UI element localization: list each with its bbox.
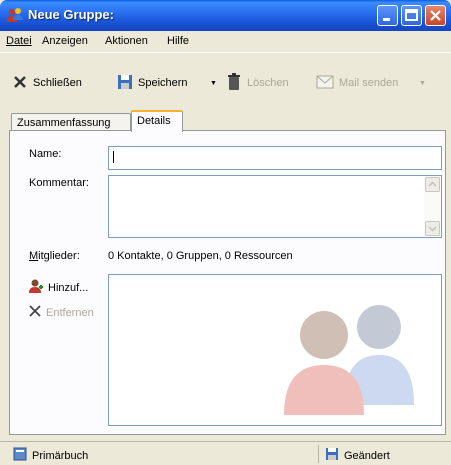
address-book-status: Primärbuch [13, 447, 88, 464]
menu-bar: Datei Anzeigen Aktionen Hilfe [0, 31, 451, 51]
menu-hilfe[interactable]: Hilfe [167, 35, 189, 47]
group-watermark-icon [269, 285, 434, 423]
send-mail-button[interactable]: Mail senden [316, 73, 398, 93]
add-member-button[interactable]: Hinzuf... [28, 278, 88, 297]
close-button[interactable]: Schließen [12, 73, 82, 93]
trash-can-icon [226, 72, 242, 94]
details-panel: Name: Kommentar: Mitglieder: 0 Kontakte,… [9, 130, 446, 435]
comment-label: Kommentar: [29, 177, 89, 189]
members-label: Mitglieder: [29, 250, 80, 262]
status-divider [318, 445, 319, 463]
tab-zusammenfassung-label: Zusammenfassung [17, 117, 111, 129]
window-title: Neue Gruppe: [28, 7, 114, 22]
menu-aktionen[interactable]: Aktionen [105, 35, 148, 47]
address-book-icon [13, 447, 27, 464]
title-bar[interactable]: Neue Gruppe: [0, 0, 451, 31]
menu-datei[interactable]: Datei [6, 35, 32, 47]
save-button[interactable]: Speichern [117, 73, 188, 93]
modified-status: Geändert [325, 447, 390, 464]
mail-dropdown-arrow-icon[interactable]: ▼ [419, 80, 426, 87]
remove-member-button[interactable]: Entfernen [28, 304, 94, 321]
members-label-text: itglieder: [38, 250, 80, 262]
delete-button[interactable]: Löschen [226, 72, 289, 94]
text-caret [113, 151, 114, 163]
members-summary: 0 Kontakte, 0 Gruppen, 0 Ressourcen [108, 250, 293, 262]
name-input[interactable] [108, 146, 442, 170]
remove-x-icon [28, 304, 42, 321]
tab-details[interactable]: Details [131, 110, 183, 132]
scroll-down-button[interactable] [425, 221, 440, 236]
close-button-label: Schließen [33, 77, 82, 89]
minimize-button[interactable] [377, 5, 398, 26]
status-bar: Primärbuch Geändert [0, 441, 451, 465]
send-mail-button-label: Mail senden [339, 77, 399, 89]
close-x-icon [12, 74, 28, 93]
group-editor-window: Neue Gruppe: Datei Anzeigen Aktionen Hil… [0, 0, 451, 465]
close-window-button[interactable] [425, 5, 446, 26]
delete-button-label: Löschen [247, 77, 289, 89]
name-label: Name: [29, 148, 62, 160]
group-app-icon [6, 7, 24, 23]
members-list[interactable] [108, 274, 442, 426]
toolbar: Schließen Speichern ▼ Löschen Mail sende… [0, 52, 451, 108]
scroll-up-button[interactable] [425, 177, 440, 192]
add-person-icon [28, 278, 44, 297]
menu-hilfe-label: Hilfe [167, 35, 190, 47]
comment-textarea[interactable] [108, 175, 442, 238]
envelope-icon [316, 75, 334, 92]
modified-label: Geändert [344, 449, 390, 462]
address-book-label: Primärbuch [32, 449, 89, 462]
modified-disk-icon [325, 447, 339, 464]
remove-member-label: Entfernen [46, 306, 94, 319]
floppy-disk-icon [117, 74, 133, 93]
maximize-button[interactable] [401, 5, 422, 26]
menu-anzeigen[interactable]: Anzeigen [42, 35, 88, 47]
menu-aktionen-label: Aktionen [105, 35, 148, 47]
comment-scrollbar[interactable] [424, 176, 441, 237]
menu-datei-label: Datei [6, 35, 32, 47]
add-member-label: Hinzuf... [48, 281, 89, 294]
tab-details-label: Details [137, 115, 171, 127]
save-dropdown-arrow-icon[interactable]: ▼ [210, 80, 217, 87]
menu-anzeigen-label: Anzeigen [42, 35, 88, 47]
save-button-label: Speichern [138, 77, 188, 89]
